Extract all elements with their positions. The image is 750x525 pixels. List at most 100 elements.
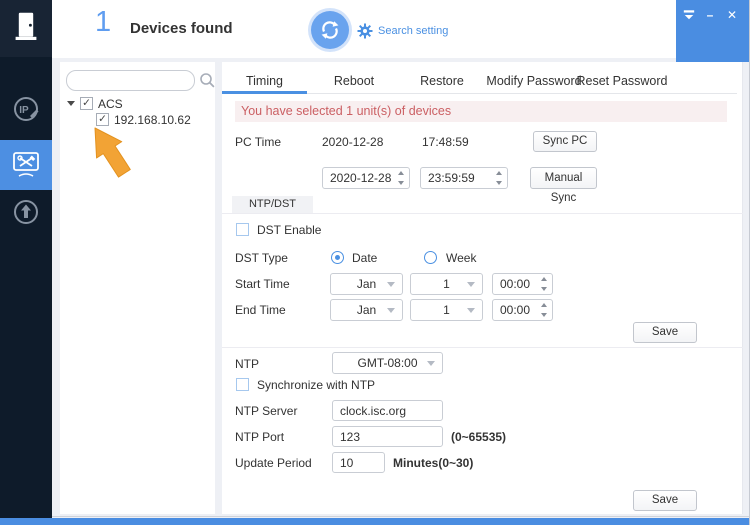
- manual-date-input[interactable]: [322, 167, 410, 189]
- clock-step-up-icon[interactable]: [541, 303, 547, 307]
- end-month-value: Jan: [356, 303, 377, 317]
- dst-type-label: DST Type: [235, 251, 288, 265]
- update-period-label: Update Period: [235, 456, 312, 470]
- search-setting-label: Search setting: [378, 25, 449, 37]
- clock-step-up-icon[interactable]: [541, 277, 547, 281]
- time-step-down-icon[interactable]: [496, 181, 502, 185]
- tree-group-checkbox[interactable]: ✓: [80, 97, 93, 110]
- tab-restore[interactable]: Restore: [398, 70, 486, 92]
- ntp-timezone-value: GMT-08:00: [357, 356, 418, 370]
- dst-enable-checkbox[interactable]: [236, 223, 249, 236]
- sidebar-item-upgrade[interactable]: [0, 192, 52, 236]
- tree-group-label[interactable]: ACS: [98, 97, 123, 111]
- start-time-label: Start Time: [235, 277, 290, 291]
- dropdown-arrow-icon: [387, 282, 395, 287]
- bottom-divider: [52, 516, 749, 517]
- refresh-icon: [321, 21, 339, 39]
- ip-modify-icon: IP: [14, 97, 39, 121]
- device-settings-icon: [13, 152, 39, 177]
- tree-group-row[interactable]: ✓ ACS: [60, 96, 215, 111]
- dropdown-arrow-icon: [387, 308, 395, 313]
- date-step-down-icon[interactable]: [398, 181, 404, 185]
- end-time-label: End Time: [235, 303, 286, 317]
- ntp-timezone-select[interactable]: GMT-08:00: [332, 352, 443, 374]
- sync-ntp-checkbox[interactable]: [236, 378, 249, 391]
- clock-step-down-icon[interactable]: [541, 287, 547, 291]
- dst-type-date-label[interactable]: Date: [352, 251, 377, 265]
- pc-time-clock: 17:48:59: [422, 135, 469, 149]
- selection-banner: You have selected 1 unit(s) of devices: [235, 101, 727, 122]
- ntp-server-input[interactable]: [332, 400, 443, 421]
- skin-menu-button[interactable]: [680, 7, 698, 23]
- dropdown-arrow-icon: [427, 361, 435, 366]
- manual-sync-button[interactable]: Manual Sync: [530, 167, 597, 204]
- dst-save-button[interactable]: Save: [633, 322, 697, 343]
- devices-found-label: Devices found: [130, 20, 233, 37]
- manual-date-spinner[interactable]: [322, 167, 410, 189]
- pc-time-label: PC Time: [235, 135, 282, 149]
- active-tab-underline: [222, 91, 307, 94]
- tab-reset-password[interactable]: Reset Password: [574, 70, 670, 92]
- config-tool-window: IP 1 Devices found Search setting – ✕ ✓ …: [0, 0, 750, 525]
- svg-text:IP: IP: [19, 105, 29, 116]
- tab-modify-password[interactable]: Modify Password: [486, 70, 582, 92]
- end-day-value: 1: [443, 303, 450, 317]
- annotation-arrow: [94, 127, 131, 178]
- titlebar-controls: – ✕: [676, 0, 749, 62]
- dropdown-arrow-icon: [467, 308, 475, 313]
- dst-type-week-label[interactable]: Week: [446, 251, 476, 265]
- app-logo: [0, 0, 52, 57]
- device-count: 1: [95, 6, 112, 38]
- bottom-border-bar: [0, 518, 749, 525]
- end-clock-spinner[interactable]: [492, 299, 553, 321]
- end-month-select[interactable]: Jan: [330, 299, 403, 321]
- refresh-button[interactable]: [311, 11, 349, 49]
- start-day-select[interactable]: 1: [410, 273, 483, 295]
- minimize-button[interactable]: –: [702, 8, 718, 22]
- manual-time-input[interactable]: [420, 167, 508, 189]
- clock-step-down-icon[interactable]: [541, 313, 547, 317]
- start-month-select[interactable]: Jan: [330, 273, 403, 295]
- door-logo-icon: [15, 12, 37, 40]
- subtab-ntp-dst[interactable]: NTP/DST: [232, 196, 313, 213]
- end-day-select[interactable]: 1: [410, 299, 483, 321]
- section-divider: [222, 347, 743, 348]
- dst-type-week-radio[interactable]: [424, 251, 437, 264]
- tab-bar: Timing Reboot Restore Modify Password Re…: [222, 70, 743, 94]
- start-month-value: Jan: [356, 277, 377, 291]
- dst-enable-label: DST Enable: [257, 223, 322, 237]
- ntp-port-label: NTP Port: [235, 430, 285, 444]
- sidebar-item-ip-modify[interactable]: IP: [0, 88, 52, 132]
- manual-time-spinner[interactable]: [420, 167, 508, 189]
- sidebar: IP: [0, 0, 52, 518]
- start-day-value: 1: [443, 277, 450, 291]
- search-icon[interactable]: [199, 72, 215, 88]
- gear-icon: [357, 23, 373, 39]
- tree-expander-icon[interactable]: [67, 101, 75, 106]
- ntp-port-hint: (0~65535): [451, 430, 507, 444]
- subtab-divider: [222, 213, 743, 214]
- ntp-label: NTP: [235, 357, 259, 371]
- ntp-save-button[interactable]: Save: [633, 490, 697, 511]
- upgrade-icon: [14, 200, 38, 224]
- start-clock-spinner[interactable]: [492, 273, 553, 295]
- tab-reboot[interactable]: Reboot: [310, 70, 398, 92]
- update-period-hint: Minutes(0~30): [393, 456, 474, 470]
- date-step-up-icon[interactable]: [398, 171, 404, 175]
- tab-timing[interactable]: Timing: [222, 70, 307, 92]
- close-button[interactable]: ✕: [724, 8, 740, 22]
- main-panel: Timing Reboot Restore Modify Password Re…: [222, 62, 743, 514]
- pc-time-date: 2020-12-28: [322, 135, 384, 149]
- dst-type-date-radio[interactable]: [331, 251, 344, 264]
- header: 1 Devices found Search setting: [52, 0, 749, 58]
- sync-ntp-label: Synchronize with NTP: [257, 378, 376, 392]
- time-step-up-icon[interactable]: [496, 171, 502, 175]
- dropdown-arrow-icon: [467, 282, 475, 287]
- ntp-server-label: NTP Server: [235, 404, 298, 418]
- device-search-input[interactable]: [66, 70, 195, 91]
- skin-icon: [683, 10, 695, 20]
- ntp-port-input[interactable]: [332, 426, 443, 447]
- update-period-input[interactable]: [332, 452, 385, 473]
- sidebar-item-device-settings[interactable]: [0, 140, 52, 190]
- sync-pc-button[interactable]: Sync PC: [533, 131, 597, 152]
